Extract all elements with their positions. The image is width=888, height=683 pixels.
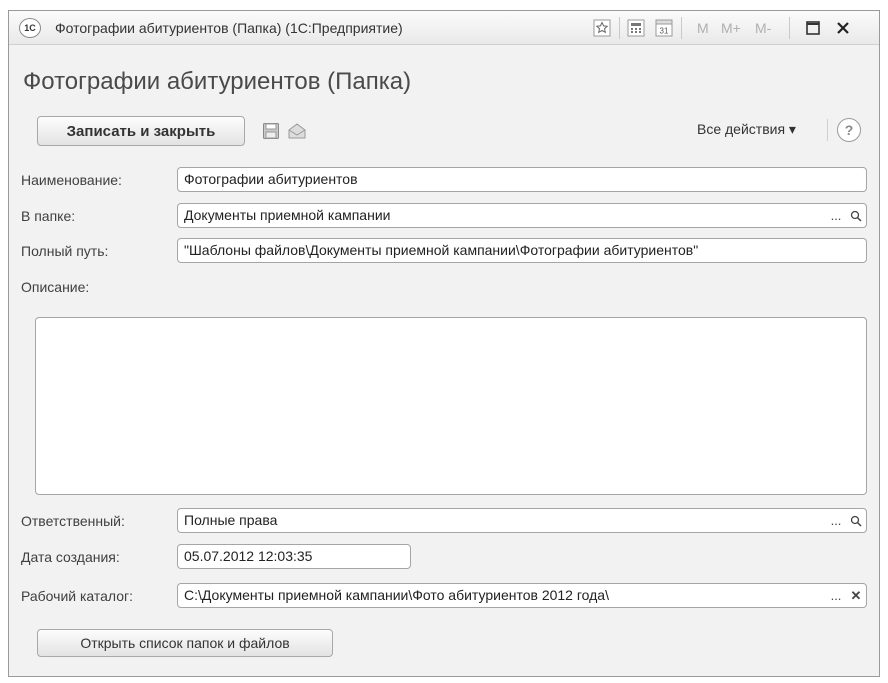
search-icon [850,210,862,222]
all-actions-menu[interactable]: Все действия ▾ [697,121,796,138]
close-icon[interactable] [835,18,851,38]
created-date-value: 05.07.2012 12:03:35 [184,548,313,564]
workdir-value: C:\Документы приемной кампании\Фото абит… [184,587,609,603]
title-bar: 1С Фотографии абитуриентов (Папка) (1С:П… [9,11,879,45]
folder-field[interactable]: Документы приемной кампании ... [177,203,867,228]
toolbar-separator [827,119,828,141]
help-button[interactable]: ? [837,118,861,142]
calculator-icon[interactable] [627,18,645,38]
folder-select-button[interactable]: ... [826,204,846,227]
responsible-select-button[interactable]: ... [826,509,846,532]
full-path-value: "Шаблоны файлов\Документы приемной кампа… [184,242,699,258]
full-path-label: Полный путь: [21,243,109,259]
name-field[interactable]: Фотографии абитуриентов [177,167,867,192]
toolbar-separator [619,17,620,39]
folder-label: В папке: [21,208,76,224]
memory-plus-button[interactable]: M+ [721,18,741,38]
open-folder-list-button[interactable]: Открыть список папок и файлов [37,629,333,657]
envelope-icon[interactable] [287,121,307,141]
window-title: Фотографии абитуриентов (Папка) (1С:Пред… [55,20,403,36]
description-textarea[interactable] [35,317,867,495]
workdir-field[interactable]: C:\Документы приемной кампании\Фото абит… [177,583,867,608]
responsible-label: Ответственный: [21,513,125,529]
responsible-value: Полные права [184,512,278,528]
calendar-icon[interactable]: 31 [655,18,673,38]
clear-icon: ✕ [850,587,862,603]
app-window: 1С Фотографии абитуриентов (Папка) (1С:П… [8,10,880,677]
workdir-select-button[interactable]: ... [826,584,846,607]
folder-value: Документы приемной кампании [184,207,391,223]
workdir-clear-button[interactable]: ✕ [846,584,866,607]
created-date-label: Дата создания: [21,549,120,565]
name-value: Фотографии абитуриентов [184,171,358,187]
form-content: Фотографии абитуриентов (Папка) Записать… [9,46,879,676]
created-date-field[interactable]: 05.07.2012 12:03:35 [177,544,411,569]
workdir-label: Рабочий каталог: [21,588,134,604]
page-title: Фотографии абитуриентов (Папка) [23,68,412,95]
search-icon [850,515,862,527]
responsible-field[interactable]: Полные права ... [177,508,867,533]
folder-open-button[interactable] [846,204,866,227]
name-label: Наименование: [21,172,122,188]
star-icon[interactable] [593,18,611,38]
memory-m-button[interactable]: M [697,18,709,38]
save-and-close-button[interactable]: Записать и закрыть [37,116,245,146]
maximize-icon[interactable] [805,18,821,38]
description-label: Описание: [21,279,90,295]
full-path-field[interactable]: "Шаблоны файлов\Документы приемной кампа… [177,238,867,263]
memory-minus-button[interactable]: M- [755,18,771,38]
app-logo-icon[interactable]: 1С [19,18,41,38]
toolbar-separator [789,17,790,39]
responsible-open-button[interactable] [846,509,866,532]
floppy-disk-icon[interactable] [261,121,281,141]
toolbar-separator [681,17,682,39]
svg-text:31: 31 [660,27,669,36]
